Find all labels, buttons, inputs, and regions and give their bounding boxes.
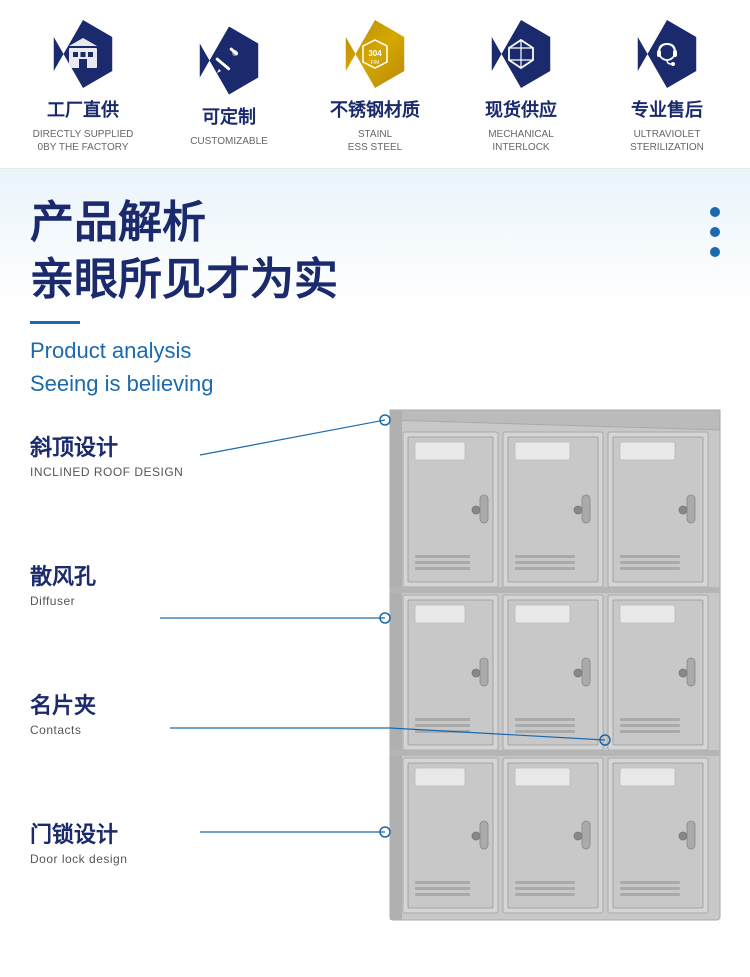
dots-decoration: [710, 207, 720, 257]
inclined-roof-chinese: 斜顶设计: [30, 430, 270, 462]
diffuser-english: Diffuser: [30, 594, 270, 608]
product-title-line1: 产品解析: [30, 197, 720, 250]
door-lock-chinese: 门锁设计: [30, 817, 270, 849]
hexagon-steel: 304 F/M: [339, 18, 411, 90]
service-hex: [633, 20, 701, 88]
product-title-line2: 亲眼所见才为实: [30, 254, 720, 307]
icon-item-steel: 304 F/M 不锈钢材质 STAINLESS STEEL: [302, 18, 448, 154]
product-english-line2: Seeing is believing: [30, 367, 720, 400]
factory-chinese: 工厂直供: [47, 96, 119, 122]
stock-chinese: 现货供应: [485, 96, 557, 122]
feature-diffuser: 散风孔 Diffuser: [30, 559, 270, 608]
blue-divider: [30, 321, 80, 324]
dot-1: [710, 207, 720, 217]
service-chinese: 专业售后: [631, 96, 703, 122]
feature-door-lock: 门锁设计 Door lock design: [30, 817, 270, 866]
dot-2: [710, 227, 720, 237]
hexagon-stock: [485, 18, 557, 90]
feature-inclined-roof: 斜顶设计 INCLINED ROOF DESIGN: [30, 430, 270, 479]
svg-text:304: 304: [368, 49, 382, 58]
hexagon-custom: [193, 25, 265, 97]
icon-item-custom: 可定制 CUSTOMIZABLE: [156, 25, 302, 148]
stock-english: MECHANICALINTERLOCK: [488, 128, 554, 154]
steel-english: STAINLESS STEEL: [348, 128, 402, 154]
product-section: 产品解析 亲眼所见才为实 Product analysis Seeing is …: [0, 169, 750, 400]
factory-hex: [49, 20, 117, 88]
icon-item-stock: 现货供应 MECHANICALINTERLOCK: [448, 18, 594, 154]
top-bar: 工厂直供 DIRECTLY SUPPLIED0BY THE FACTORY 可定…: [0, 0, 750, 169]
steel-chinese: 不锈钢材质: [330, 96, 420, 122]
service-english: ULTRAVIOLETSTERILIZATION: [630, 128, 704, 154]
inclined-roof-english: INCLINED ROOF DESIGN: [30, 465, 270, 479]
door-lock-english: Door lock design: [30, 852, 270, 866]
factory-english: DIRECTLY SUPPLIED0BY THE FACTORY: [33, 128, 134, 154]
feature-labels: 斜顶设计 INCLINED ROOF DESIGN 散风孔 Diffuser 名…: [30, 400, 270, 926]
custom-english: CUSTOMIZABLE: [190, 135, 268, 148]
custom-hex: [195, 27, 263, 95]
stock-hex: [487, 20, 555, 88]
svg-text:F/M: F/M: [371, 60, 380, 66]
hexagon-factory: [47, 18, 119, 90]
contacts-chinese: 名片夹: [30, 688, 270, 720]
diagram-section: 斜顶设计 INCLINED ROOF DESIGN 散风孔 Diffuser 名…: [0, 400, 750, 950]
diffuser-chinese: 散风孔: [30, 559, 270, 591]
hexagon-service: [631, 18, 703, 90]
custom-chinese: 可定制: [202, 103, 256, 129]
product-english-line1: Product analysis: [30, 334, 720, 367]
dot-3: [710, 247, 720, 257]
feature-contacts: 名片夹 Contacts: [30, 688, 270, 737]
icon-item-service: 专业售后 ULTRAVIOLETSTERILIZATION: [594, 18, 740, 154]
contacts-english: Contacts: [30, 723, 270, 737]
icon-item-factory: 工厂直供 DIRECTLY SUPPLIED0BY THE FACTORY: [10, 18, 156, 154]
steel-hex: 304 F/M: [341, 20, 409, 88]
